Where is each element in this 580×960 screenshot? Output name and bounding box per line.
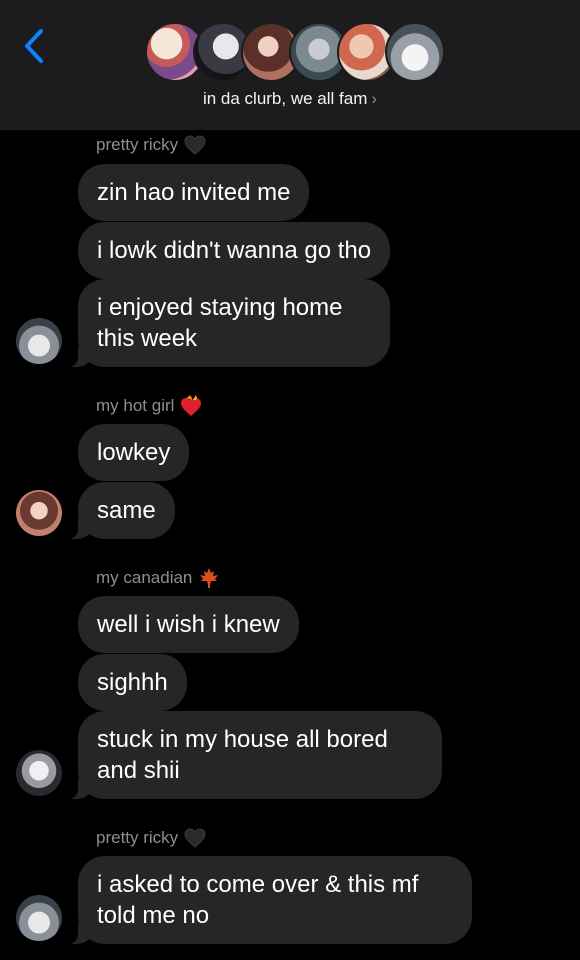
group-avatar-stack[interactable] xyxy=(145,22,445,84)
sender-name: pretty ricky xyxy=(96,828,206,848)
message-bubble[interactable]: well i wish i knew xyxy=(78,596,299,653)
message-bubble[interactable]: zin hao invited me xyxy=(78,164,310,221)
message-bubble[interactable]: i enjoyed staying home this week xyxy=(66,279,390,367)
sender-name: pretty ricky xyxy=(96,135,206,155)
maple-leaf-icon xyxy=(200,568,219,588)
avatar[interactable] xyxy=(16,750,62,796)
black-heart-icon xyxy=(184,135,206,155)
avatar[interactable] xyxy=(16,490,62,536)
message-bubble[interactable]: stuck in my house all bored and shii xyxy=(66,711,442,799)
message-bubble[interactable]: i asked to come over & this mf told me n… xyxy=(66,856,472,944)
back-button[interactable] xyxy=(14,24,54,68)
conversation-header: in da clurb, we all fam › xyxy=(0,0,580,130)
message-bubble[interactable]: i lowk didn't wanna go tho xyxy=(78,222,391,279)
group-name: in da clurb, we all fam xyxy=(202,89,368,108)
sender-name: my canadian xyxy=(96,567,220,589)
black-heart-icon xyxy=(184,828,206,848)
message-bubble[interactable]: sighhh xyxy=(78,654,187,711)
sender-name: my hot girl xyxy=(96,395,202,417)
chevron-right-icon: › xyxy=(371,89,378,108)
group-avatar-6 xyxy=(385,22,445,82)
message-bubble[interactable]: lowkey xyxy=(78,424,190,481)
heart-on-fire-icon xyxy=(181,395,202,416)
group-name-button[interactable]: in da clurb, we all fam › xyxy=(0,89,580,109)
message-bubble[interactable]: same xyxy=(66,482,175,539)
avatar[interactable] xyxy=(16,895,62,941)
avatar[interactable] xyxy=(16,318,62,364)
chevron-left-icon xyxy=(25,29,43,63)
